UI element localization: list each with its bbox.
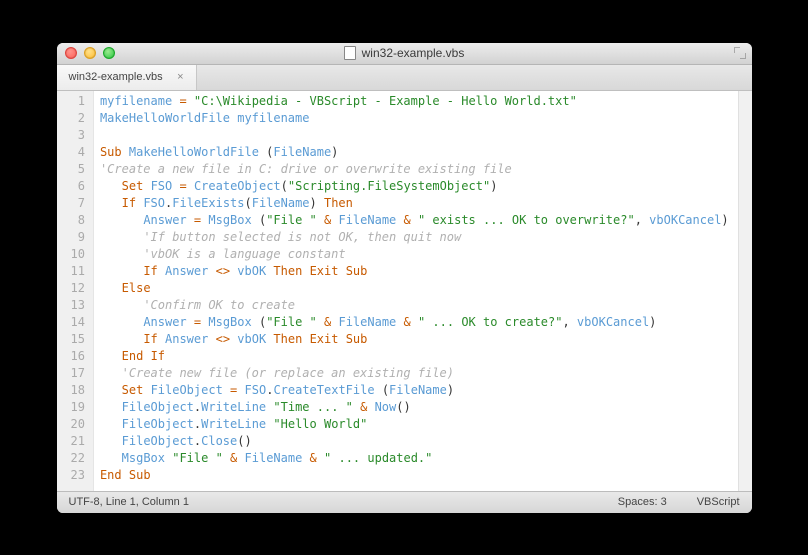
status-left[interactable]: UTF-8, Line 1, Column 1	[69, 496, 189, 508]
document-icon	[344, 46, 356, 60]
status-lang[interactable]: VBScript	[697, 496, 740, 508]
tab-label: win32-example.vbs	[69, 71, 163, 83]
editor-window: win32-example.vbs win32-example.vbs × 12…	[57, 43, 752, 513]
vertical-scrollbar[interactable]	[738, 91, 752, 491]
code-content[interactable]: myfilename = "C:\Wikipedia - VBScript - …	[94, 91, 738, 491]
line-number-gutter: 1234567891011121314151617181920212223	[57, 91, 94, 491]
titlebar: win32-example.vbs	[57, 43, 752, 65]
tab-close-icon[interactable]: ×	[177, 71, 183, 83]
editor-area: 1234567891011121314151617181920212223 my…	[57, 91, 752, 491]
zoom-window-button[interactable]	[103, 47, 115, 59]
minimize-window-button[interactable]	[84, 47, 96, 59]
tab-active[interactable]: win32-example.vbs ×	[57, 65, 197, 90]
status-spaces[interactable]: Spaces: 3	[618, 496, 667, 508]
fullscreen-icon[interactable]	[734, 47, 746, 59]
close-window-button[interactable]	[65, 47, 77, 59]
tab-bar: win32-example.vbs ×	[57, 65, 752, 91]
window-title-wrap: win32-example.vbs	[57, 46, 752, 60]
status-bar: UTF-8, Line 1, Column 1 Spaces: 3 VBScri…	[57, 491, 752, 513]
traffic-lights	[57, 47, 115, 59]
window-title: win32-example.vbs	[362, 46, 465, 60]
